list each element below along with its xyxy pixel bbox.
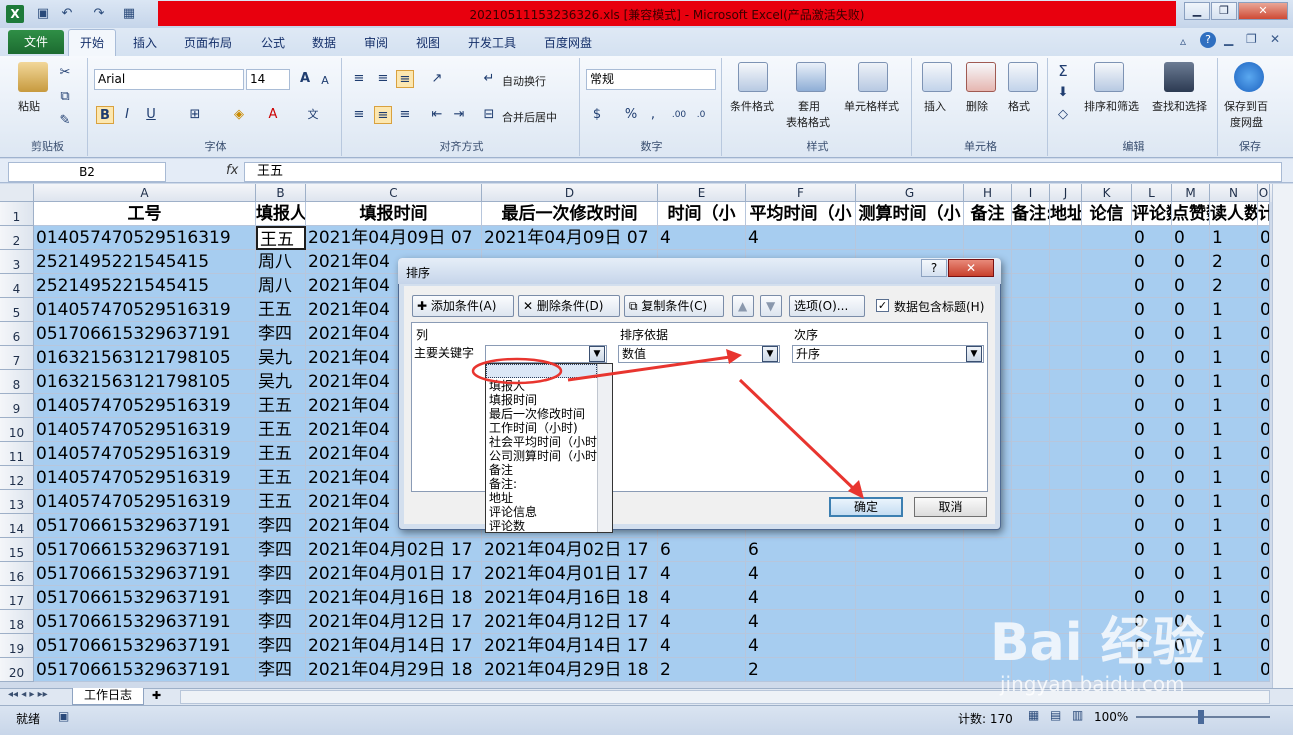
annotation-overlay — [471, 349, 864, 499]
annotation-arrow-2 — [738, 378, 857, 492]
annotation-arrow-1 — [567, 355, 731, 382]
highlight-ellipse — [471, 357, 563, 385]
arrow-head-1 — [726, 349, 742, 364]
arrow-head-2 — [848, 480, 864, 499]
